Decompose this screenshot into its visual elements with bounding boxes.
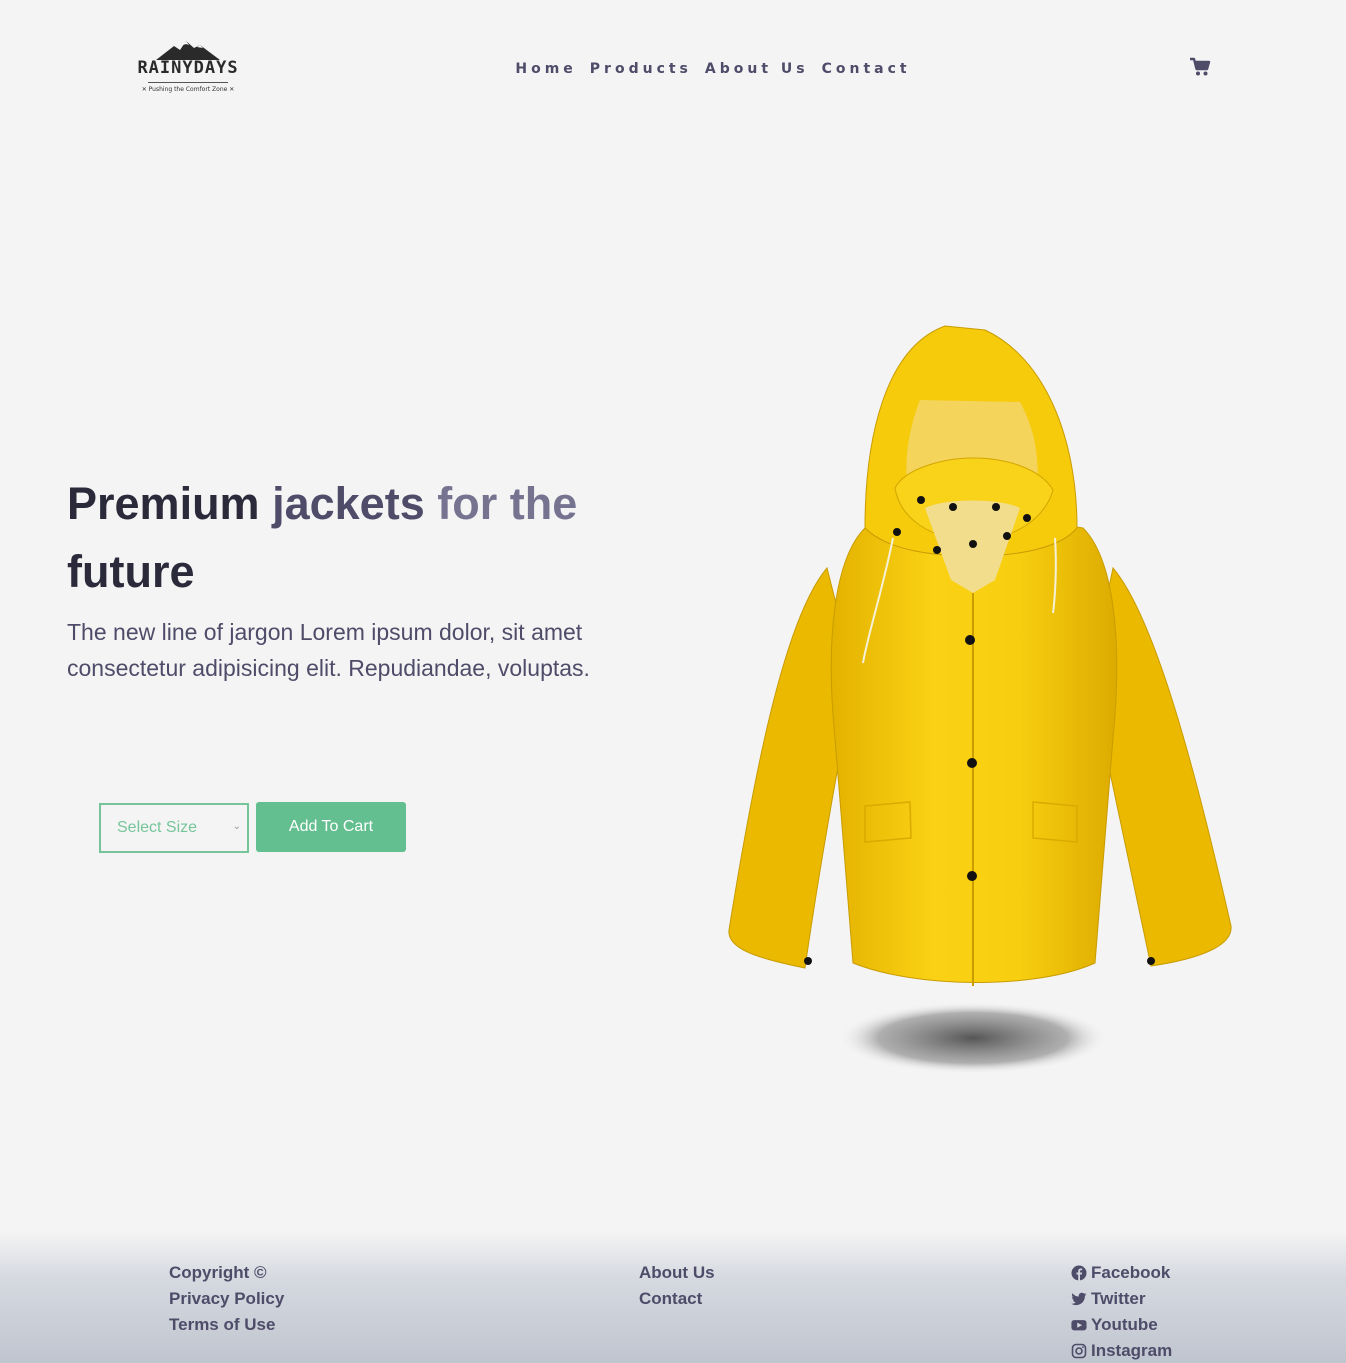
nav-item-about-us[interactable]: About Us: [705, 61, 809, 77]
nav-item-contact[interactable]: Contact: [822, 61, 911, 77]
footer-social: Facebook Twitter Youtube Instagram: [1071, 1260, 1172, 1363]
hero-headline: Premium jackets for the future: [67, 470, 647, 606]
facebook-icon: [1071, 1265, 1087, 1281]
headline-word-premium: Premium: [67, 478, 260, 529]
cart-icon: [1190, 57, 1211, 76]
site-footer: Copyright © Privacy Policy Terms of Use …: [0, 1232, 1346, 1363]
footer-contact[interactable]: Contact: [639, 1286, 715, 1312]
instagram-icon: [1071, 1343, 1087, 1359]
main-nav: Home Products About Us Contact: [0, 58, 1346, 77]
size-select[interactable]: Select Size ⌄: [99, 803, 249, 853]
footer-legal: Copyright © Privacy Policy Terms of Use: [169, 1260, 284, 1338]
nav-item-home[interactable]: Home: [515, 61, 576, 77]
headline-word-jackets: jackets: [272, 478, 425, 529]
social-twitter-label: Twitter: [1091, 1289, 1146, 1308]
nav-item-products[interactable]: Products: [590, 61, 692, 77]
hero-description: The new line of jargon Lorem ipsum dolor…: [67, 619, 590, 681]
brand-tagline: ✕ Pushing the Comfort Zone ✕: [141, 86, 235, 93]
headline-word-future: future: [67, 546, 195, 597]
social-facebook[interactable]: Facebook: [1071, 1260, 1172, 1286]
chevron-down-icon: ⌄: [232, 821, 241, 832]
size-select-value: Select Size: [117, 819, 198, 836]
footer-copyright: Copyright ©: [169, 1263, 267, 1282]
footer-about-us[interactable]: About Us: [639, 1260, 715, 1286]
social-youtube[interactable]: Youtube: [1071, 1312, 1172, 1338]
footer-terms-of-use[interactable]: Terms of Use: [169, 1312, 284, 1338]
headline-word-for-the: for the: [437, 478, 578, 529]
social-facebook-label: Facebook: [1091, 1263, 1171, 1282]
site-header: RAINYDAYS ✕ Pushing the Comfort Zone ✕ H…: [0, 0, 1346, 130]
jacket-product-image: [715, 318, 1245, 1088]
brand-divider: [148, 82, 228, 83]
social-instagram-label: Instagram: [1091, 1341, 1173, 1360]
social-instagram[interactable]: Instagram: [1071, 1338, 1172, 1363]
youtube-icon: [1071, 1320, 1087, 1331]
twitter-icon: [1071, 1292, 1087, 1306]
add-to-cart-button[interactable]: Add To Cart: [256, 802, 406, 852]
footer-privacy-policy[interactable]: Privacy Policy: [169, 1286, 284, 1312]
cart-button[interactable]: [1189, 57, 1211, 77]
social-youtube-label: Youtube: [1091, 1315, 1158, 1334]
social-twitter[interactable]: Twitter: [1071, 1286, 1172, 1312]
footer-links: About Us Contact: [639, 1260, 715, 1312]
